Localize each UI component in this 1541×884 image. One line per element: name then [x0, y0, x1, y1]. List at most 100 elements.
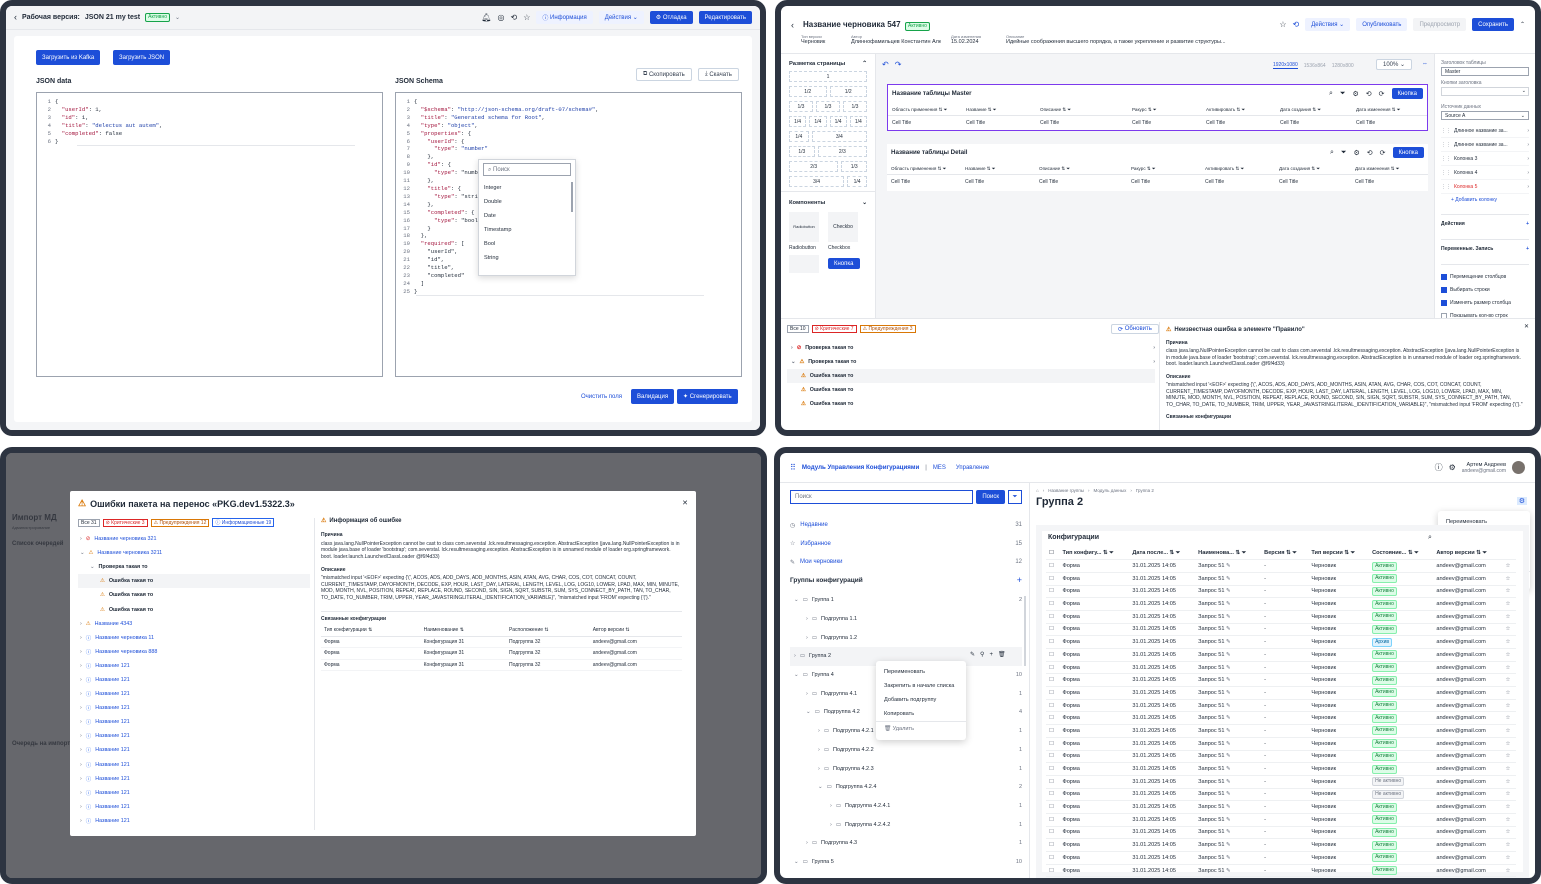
refresh-button[interactable]: ⟳ Обновить	[1111, 324, 1159, 334]
package-tree-item[interactable]: › ⓘ Название 121	[78, 800, 310, 814]
filter-icon[interactable]: ⏷	[1008, 490, 1022, 504]
star-icon[interactable]: ☆	[1502, 813, 1516, 827]
layout-cell[interactable]: 1/4	[789, 131, 809, 142]
star-icon[interactable]: ☆	[1502, 775, 1516, 789]
package-tree-item[interactable]: › ⓘ Название 121	[78, 729, 310, 743]
row-checkbox[interactable]: ☐	[1046, 864, 1060, 878]
chevron-right-icon[interactable]: ›	[818, 766, 820, 772]
type-option[interactable]: Double	[479, 195, 575, 209]
edit-icon[interactable]: ✎	[1226, 652, 1231, 658]
edit-icon[interactable]: ✎	[1226, 626, 1231, 632]
star-icon[interactable]: ☆	[1502, 876, 1516, 878]
gear-icon[interactable]: ⚙	[1516, 497, 1527, 505]
filter-all[interactable]: Все 31	[78, 518, 100, 527]
edit-icon[interactable]: ✎	[1226, 868, 1231, 874]
column-header[interactable]: Тип версии ⇅ ⏷	[1308, 547, 1370, 561]
table-row[interactable]: ☐ Форма 31.01.2025 14:05 Запрос 51 ✎ - Чернов…	[1046, 623, 1516, 637]
scrollbar[interactable]	[1024, 596, 1026, 666]
chevron-right-icon[interactable]: ›	[80, 635, 82, 641]
edit-icon[interactable]: ✎	[1226, 741, 1231, 747]
table-row[interactable]: ☐ Форма 31.01.2025 14:05 Запрос 51 ✎ - Чернов…	[1046, 876, 1516, 878]
star-icon[interactable]: ☆	[1502, 800, 1516, 814]
download-button[interactable]: ⤓ Скачать	[698, 68, 739, 81]
header-buttons-select[interactable]: ⌄	[1441, 87, 1529, 96]
row-checkbox[interactable]: ☐	[1046, 750, 1060, 764]
resolution-tab[interactable]: 1920x1080	[1273, 62, 1298, 69]
actions-button[interactable]: Действия ⌄	[1305, 18, 1351, 31]
chevron-down-icon[interactable]: ⌄	[791, 359, 795, 365]
nav-management[interactable]: Управление	[956, 465, 989, 471]
package-tree-item[interactable]: › ⓘ Название 121	[78, 758, 310, 772]
table-row[interactable]: ☐ Форма 31.01.2025 14:05 Запрос 51 ✎ - Чернов…	[1046, 864, 1516, 878]
edit-icon[interactable]: ✎	[1226, 817, 1231, 823]
column-header[interactable]: Ракурс ⇅ ⏷	[1128, 107, 1202, 113]
layout-cell[interactable]: 1/3	[816, 101, 840, 112]
star-icon[interactable]: ☆	[1502, 737, 1516, 751]
home-icon[interactable]: ⌂	[1036, 488, 1039, 493]
history-icon[interactable]: ⟲	[1366, 90, 1372, 98]
column-header[interactable]: Описание ⇅ ⏷	[1036, 107, 1128, 113]
preview-button[interactable]: Предпросмотр	[1413, 18, 1467, 31]
chevron-down-icon[interactable]: ⌄	[794, 672, 799, 678]
table-row[interactable]: ☐ Форма 31.01.2025 14:05 Запрос 51 ✎ - Чернов…	[1046, 711, 1516, 726]
close-icon[interactable]: ✕	[1524, 323, 1529, 330]
package-tree-item[interactable]: › ⊘ Название черновика 321	[78, 532, 310, 546]
group-tree-item[interactable]: ⌄ ▭ Подгруппа 4.2.4 2	[790, 778, 1022, 797]
package-tree-item[interactable]: › ⓘ Название 121	[78, 715, 310, 729]
column-header[interactable]: Область применения ⇅ ⏷	[888, 107, 962, 113]
actions-button[interactable]: Действия ⌄	[598, 11, 644, 24]
table-row[interactable]: ☐ Форма 31.01.2025 14:05 Запрос 51 ✎ - Чернов…	[1046, 610, 1516, 624]
star-icon[interactable]: ☆	[1502, 788, 1516, 802]
chevron-down-icon[interactable]: ⌄	[80, 550, 85, 556]
column-header[interactable]: Название ⇅ ⏷	[962, 107, 1036, 113]
edit-icon[interactable]: ✎	[1226, 665, 1231, 671]
layout-cell[interactable]: 1/3	[841, 161, 867, 172]
search-icon[interactable]: ⌕	[1428, 534, 1432, 542]
column-item[interactable]: ⋮⋮ Длинное название за... ›	[1441, 124, 1529, 138]
chevron-right-icon[interactable]: ›	[806, 840, 808, 846]
column-item[interactable]: ⋮⋮ Колонка 5 ›	[1441, 180, 1529, 194]
gear-icon[interactable]: ⚙	[1449, 463, 1456, 472]
plus-icon[interactable]: +	[1526, 246, 1529, 252]
edit-icon[interactable]: ✎	[1226, 690, 1231, 696]
star-icon[interactable]: ☆	[1502, 673, 1516, 688]
plus-icon[interactable]: +	[1526, 221, 1529, 227]
type-option[interactable]: Date	[479, 209, 575, 223]
quick-link[interactable]: ✎ Мои черновики 12	[790, 553, 1022, 572]
package-tree-item[interactable]: ⚠ Ошибка такая то	[78, 574, 310, 589]
filter-warnings[interactable]: ⚠ Предупреждения 12	[150, 518, 210, 527]
error-tree-item[interactable]: ⌄ ⚠ Проверка такая то ›	[787, 355, 1155, 369]
table-row[interactable]: ☐ Форма 31.01.2025 14:05 Запрос 51 ✎ - Чернов…	[1046, 851, 1516, 865]
package-tree-item[interactable]: ⚠ Ошибка такая то	[78, 588, 310, 602]
edit-icon[interactable]: ✎	[1226, 779, 1231, 785]
context-menu-item[interactable]: 🗑︎ Удалить	[876, 721, 966, 736]
star-icon[interactable]: ☆	[1502, 851, 1516, 865]
row-checkbox[interactable]: ☐	[1046, 826, 1060, 840]
layout-cell[interactable]: 1/3	[843, 101, 867, 112]
radiobutton-component[interactable]: Radiobutton	[789, 212, 819, 242]
history-icon[interactable]: ⟲	[510, 13, 517, 22]
gear-icon[interactable]: ⚙	[1352, 90, 1358, 98]
edit-icon[interactable]: ✎	[1226, 715, 1231, 721]
option-checkbox[interactable]: Изменять размер столбца	[1441, 296, 1529, 309]
row-checkbox[interactable]: ☐	[1046, 648, 1060, 662]
star-icon[interactable]: ☆	[523, 13, 530, 22]
table-row[interactable]: ☐ Форма 31.01.2025 14:05 Запрос 51 ✎ - Чернов…	[1046, 737, 1516, 751]
source-select[interactable]: Source A ⌄	[1441, 111, 1529, 120]
star-icon[interactable]: ☆	[1502, 711, 1516, 726]
chevron-right-icon[interactable]: ›	[830, 822, 832, 828]
chevron-right-icon[interactable]: ›	[80, 776, 82, 782]
column-header[interactable]: Описание ⇅ ⏷	[1035, 166, 1127, 172]
info-button[interactable]: ⓘ Информация	[536, 11, 593, 24]
table-row[interactable]: ☐ Форма 31.01.2025 14:05 Запрос 51 ✎ - Чернов…	[1046, 572, 1516, 586]
select-all-checkbox[interactable]: ☐	[1046, 547, 1060, 561]
type-search-input[interactable]: ⌕ Поиск	[483, 163, 571, 176]
json-schema-editor[interactable]: 1 2 3 4 5 6 7 8 9 10 11 12 13 14 15 16 1…	[395, 92, 742, 377]
package-tree-item[interactable]: ⌄ ⚠ Название черновика 3211	[78, 546, 310, 560]
error-tree-item[interactable]: ⚠ Ошибка такая то	[787, 369, 1155, 383]
json-data-editor[interactable]: 1 2 3 4 5 6 { "userId": 1, "id": 1, "tit…	[36, 92, 383, 377]
chevron-right-icon[interactable]: ›	[830, 803, 832, 809]
column-header[interactable]: Дата изменения ⇅ ⏷	[1351, 166, 1425, 172]
row-checkbox[interactable]: ☐	[1046, 724, 1060, 738]
star-icon[interactable]: ☆	[1502, 610, 1516, 624]
